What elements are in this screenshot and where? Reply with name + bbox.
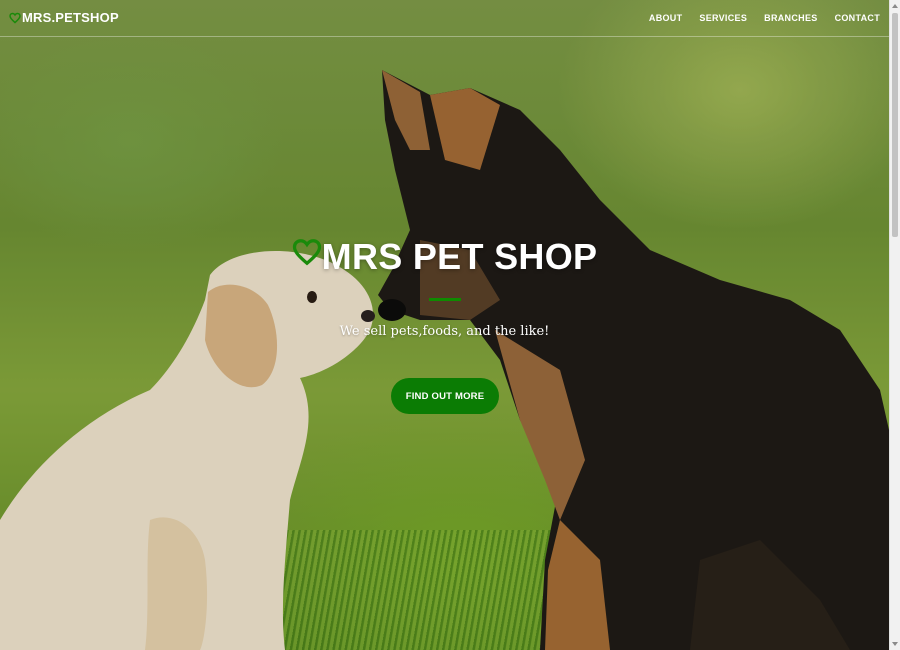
scroll-down-arrow-icon[interactable] bbox=[892, 642, 898, 646]
hero-title-text: MRS PET SHOP bbox=[321, 236, 598, 277]
vertical-scrollbar[interactable] bbox=[889, 0, 900, 650]
scroll-thumb[interactable] bbox=[892, 13, 898, 237]
find-out-more-button[interactable]: FIND OUT MORE bbox=[391, 378, 499, 414]
hero-title: MRS PET SHOP bbox=[0, 236, 889, 278]
hero-subtitle: We sell pets,foods, and the like! bbox=[339, 324, 550, 339]
scroll-up-arrow-icon[interactable] bbox=[892, 4, 898, 8]
page-viewport: MRS.PETSHOP ABOUT SERVICES BRANCHES CONT… bbox=[0, 0, 889, 650]
hero-divider bbox=[429, 298, 461, 301]
heart-outline-icon bbox=[292, 239, 321, 266]
hero-content: MRS PET SHOP We sell pets,foods, and the… bbox=[0, 0, 889, 650]
